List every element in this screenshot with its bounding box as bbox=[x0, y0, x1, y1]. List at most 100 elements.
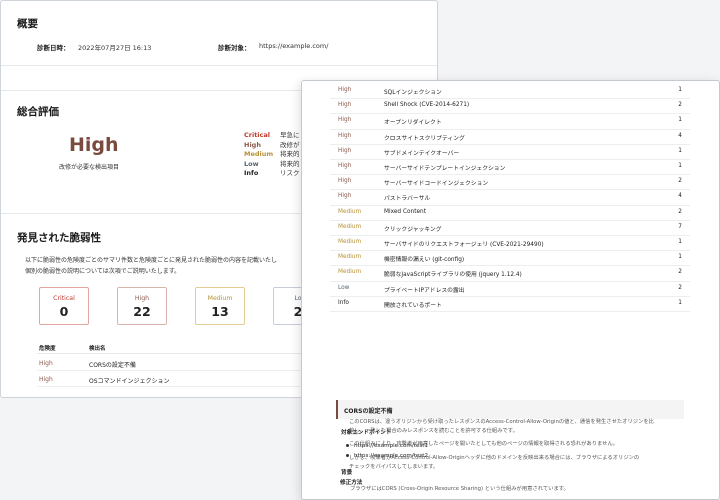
row-count: 1 bbox=[678, 299, 682, 306]
row-name: パストラバーサル bbox=[384, 196, 431, 203]
row-name: SQLインジェクション bbox=[384, 90, 442, 96]
cors-title: CORSの設定不備 bbox=[344, 408, 393, 415]
date-value: 2022年07月27日 16:13 bbox=[78, 44, 152, 52]
row-severity: Medium bbox=[338, 269, 362, 276]
summary-card-medium: Medium 13 bbox=[195, 287, 245, 325]
summary-card-high: High 22 bbox=[117, 287, 167, 325]
card-value: 0 bbox=[59, 304, 69, 319]
legend-label: Critical bbox=[244, 131, 271, 139]
date-label: 診断日時： bbox=[37, 44, 70, 52]
table-row: Medium Mixed Content 2 bbox=[330, 206, 690, 221]
vulns-desc-2: 個別の脆弱性の説明については次項でご説明いたします。 bbox=[25, 268, 181, 275]
background-para: しかし、攻撃者がAccess-Control-Allow-Originヘッダに他… bbox=[349, 455, 640, 461]
row-count: 1 bbox=[678, 147, 682, 154]
row-count: 1 bbox=[678, 87, 682, 93]
row-name: クリックジャッキング bbox=[384, 226, 442, 233]
legend-desc: リスク bbox=[280, 169, 300, 177]
row-name: サブドメインテイクオーバー bbox=[384, 150, 460, 157]
legend-desc: 将来的 bbox=[280, 150, 300, 158]
report-page-front: High SQLインジェクション 1 High Shell Shock (CVE-201… bbox=[301, 80, 720, 500]
card-label: Medium bbox=[207, 295, 233, 302]
row-severity: High bbox=[338, 147, 352, 154]
row-name: CORSの設定不備 bbox=[89, 362, 136, 369]
table-header-severity: 危険度 bbox=[39, 346, 56, 352]
row-severity: High bbox=[338, 87, 352, 93]
vulns-title: 発見された脆弱性 bbox=[17, 232, 101, 244]
background-para: 較し、一致した場合のみレスポンスを読むことを許可する仕組みです。 bbox=[349, 428, 518, 434]
legend-desc: 早急に bbox=[280, 131, 300, 139]
background-para: このCORSは、違うオリジンから受け取ったレスポンスのAccess-Contro… bbox=[349, 419, 654, 425]
table-row: High パストラバーサル 4 bbox=[330, 190, 690, 206]
background-para: ブラウザにはCORS (Cross-Origin Resource Sharin… bbox=[350, 486, 569, 492]
row-name: Mixed Content bbox=[384, 208, 427, 215]
row-count: 2 bbox=[678, 269, 682, 276]
row-severity: High bbox=[338, 132, 352, 139]
legend-label: Medium bbox=[244, 150, 274, 158]
table-row: High Shell Shock (CVE-2014-6271) 2 bbox=[330, 99, 690, 115]
overall-grade: High bbox=[69, 134, 119, 156]
row-name: オープンリダイレクト bbox=[384, 120, 442, 127]
row-severity: High bbox=[338, 163, 352, 169]
table-row: Medium 機密情報の漏えい (git-config) 1 bbox=[330, 251, 690, 267]
row-severity: Medium bbox=[338, 208, 362, 215]
row-count: 2 bbox=[678, 102, 682, 109]
row-count: 2 bbox=[678, 208, 682, 215]
row-name: サーバーサイドテンプレートインジェクション bbox=[384, 166, 506, 172]
row-name: Shell Shock (CVE-2014-6271) bbox=[384, 102, 470, 109]
table-row: Medium 脆弱なJavaScriptライブラリの使用 (jquery 1.12… bbox=[330, 266, 690, 282]
table-header-name: 検出名 bbox=[89, 346, 106, 352]
row-name: プライベートIPアドレスの露出 bbox=[384, 287, 465, 294]
row-count: 1 bbox=[678, 163, 682, 169]
legend-row-info: Info リスク bbox=[244, 167, 300, 177]
card-label: Critical bbox=[53, 295, 75, 302]
row-count: 4 bbox=[678, 193, 682, 200]
row-severity: Medium bbox=[338, 239, 362, 245]
row-name: サーバーサイドコードインジェクション bbox=[384, 181, 489, 188]
row-severity: Info bbox=[338, 299, 349, 306]
row-name: 機密情報の漏えい (git-config) bbox=[384, 257, 465, 264]
legend-label: Info bbox=[244, 169, 259, 177]
table-row: Medium クリックジャッキング 7 bbox=[330, 221, 690, 236]
card-label: High bbox=[134, 295, 150, 302]
row-name: クロスサイトスクリプティング bbox=[384, 135, 465, 142]
row-count: 2 bbox=[678, 178, 682, 185]
row-count: 1 bbox=[678, 239, 682, 245]
row-severity: Medium bbox=[338, 254, 362, 261]
card-value: 13 bbox=[211, 304, 229, 319]
row-name: サーバサイドのリクエストフォージェリ (CVE-2021-29490) bbox=[384, 242, 544, 248]
vulns-desc-1: 以下に脆弱性の危険度ごとのサマリ件数と危険度ごとに発見された脆弱性の内容を記載い… bbox=[25, 257, 277, 264]
row-severity: High bbox=[338, 193, 352, 200]
background-para: チェックをバイパスしてしまいます。 bbox=[349, 464, 439, 470]
background-para: この仕組みにより、攻撃者が用意したページを開いたとしても他のページの情報を取得さ… bbox=[349, 441, 619, 447]
table-row: High オープンリダイレクト 1 bbox=[330, 114, 690, 130]
row-count: 1 bbox=[678, 117, 682, 124]
card-value: 22 bbox=[133, 304, 151, 319]
row-count: 4 bbox=[678, 132, 682, 139]
overview-title: 概要 bbox=[17, 18, 38, 30]
grade-note: 改修が必要な検出項目 bbox=[59, 164, 120, 171]
row-count: 1 bbox=[678, 254, 682, 261]
table-row: High クロスサイトスクリプティング 4 bbox=[330, 130, 690, 145]
summary-card-critical: Critical 0 bbox=[39, 287, 89, 325]
row-severity: Medium bbox=[338, 223, 362, 230]
table-row: Low プライベートIPアドレスの露出 2 bbox=[330, 282, 690, 297]
legend-row-critical: Critical 早急に bbox=[244, 129, 300, 139]
table-row: High SQLインジェクション 1 bbox=[330, 84, 690, 100]
table-row: High サーバーサイドテンプレートインジェクション 1 bbox=[330, 160, 690, 176]
row-severity: High bbox=[39, 360, 53, 367]
divider bbox=[1, 65, 437, 66]
evaluation-title: 総合評価 bbox=[17, 106, 59, 118]
target-value: https://example.com/ bbox=[259, 42, 329, 50]
table-row: Info 開放されているポート 1 bbox=[330, 297, 690, 312]
row-severity: Low bbox=[338, 284, 350, 291]
row-name: OSコマンドインジェクション bbox=[89, 378, 170, 385]
table-row: Medium サーバサイドのリクエストフォージェリ (CVE-2021-29490… bbox=[330, 236, 690, 252]
target-label: 診断対象： bbox=[218, 44, 251, 52]
row-name: 開放されているポート bbox=[384, 302, 442, 309]
legend-row-medium: Medium 将来的 bbox=[244, 148, 300, 158]
row-severity: High bbox=[338, 102, 352, 109]
row-severity: High bbox=[338, 117, 352, 124]
table-row: High サブドメインテイクオーバー 1 bbox=[330, 145, 690, 160]
fix-label: 修正方法 bbox=[340, 480, 363, 486]
table-row: High サーバーサイドコードインジェクション 2 bbox=[330, 175, 690, 191]
